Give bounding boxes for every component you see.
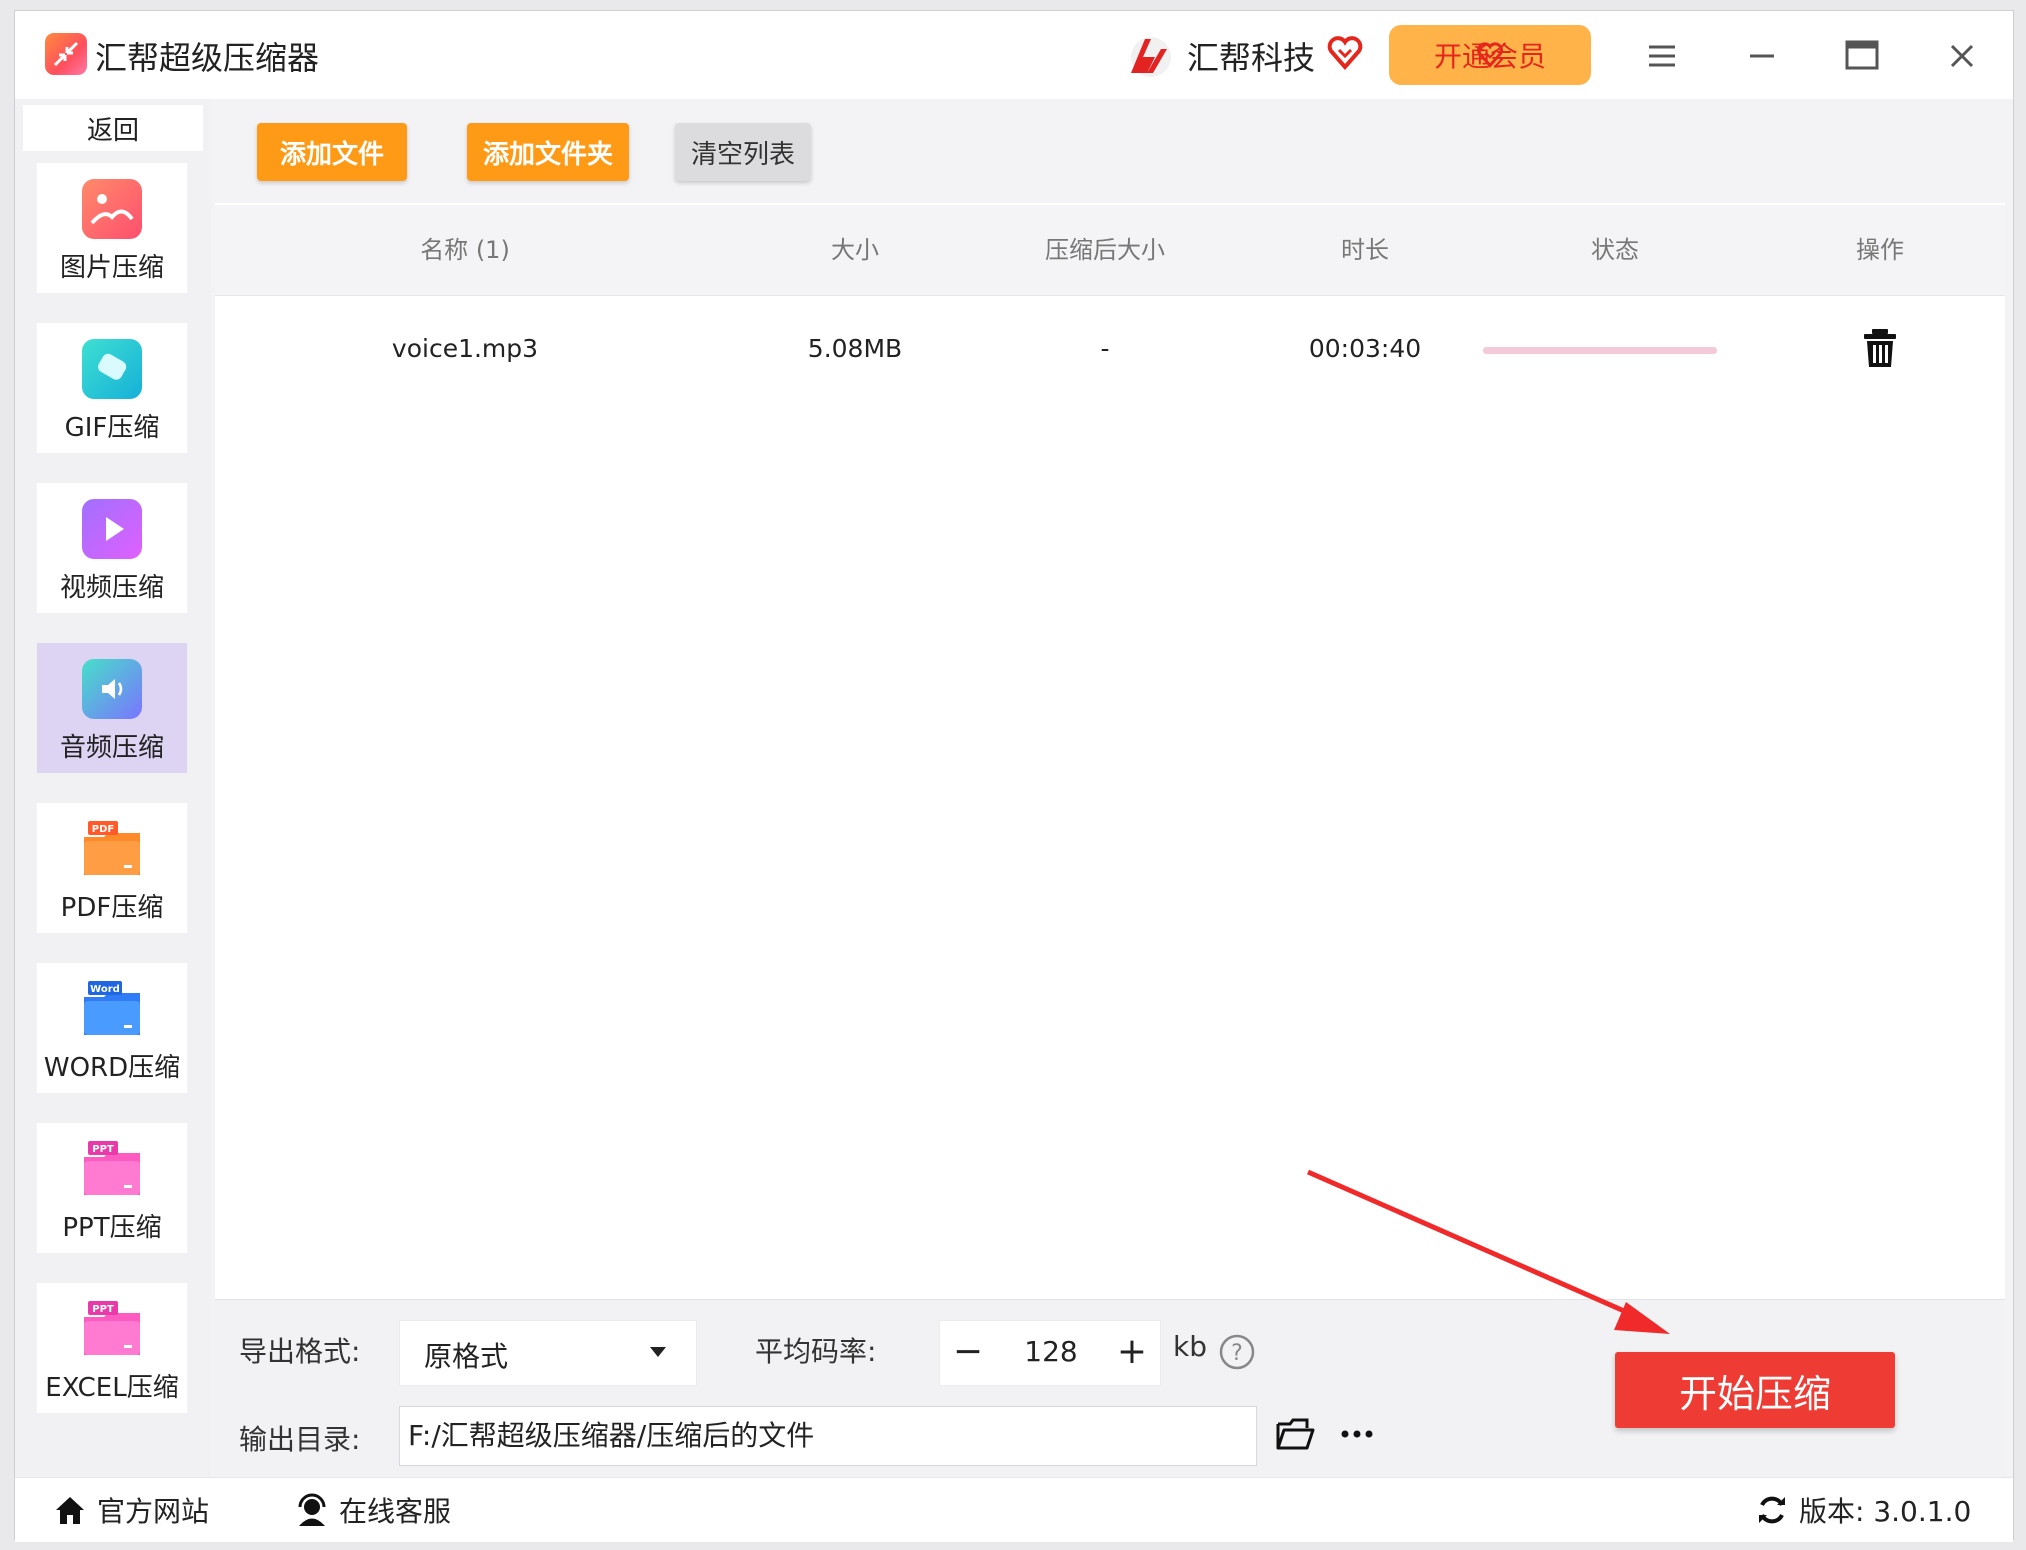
column-header-size: 大小	[831, 236, 879, 264]
app-title: 汇帮超级压缩器	[95, 39, 320, 77]
excel-badge: PPT	[92, 1304, 114, 1315]
format-value: 原格式	[424, 1340, 509, 1373]
official-website-link[interactable]: 官方网站	[53, 1490, 209, 1530]
main-content: 添加文件 添加文件夹 清空列表 名称 (1) 大小 压缩后大小 时长 状态 操作…	[215, 99, 2005, 1478]
pdf-folder-icon: PDF	[82, 819, 142, 879]
sidebar-item-image[interactable]: 图片压缩	[37, 163, 187, 293]
table-row[interactable]: voice1.mp3 5.08MB - 00:03:40	[215, 297, 2005, 401]
status-footer: 官方网站 在线客服 版本: 3.0.1.0	[15, 1477, 2013, 1542]
word-folder-icon: Word	[82, 979, 142, 1039]
increment-button[interactable]: +	[1110, 1329, 1154, 1377]
support-label: 在线客服	[339, 1495, 452, 1528]
word-badge: Word	[90, 984, 120, 995]
file-name: voice1.mp3	[391, 334, 539, 363]
pdf-badge: PDF	[92, 824, 114, 835]
sidebar-item-excel[interactable]: PPT EXCEL压缩	[37, 1283, 187, 1413]
status-progress-bar	[1483, 347, 1717, 354]
back-button[interactable]: 返回	[23, 105, 203, 151]
version-label: 版本: 3.0.1.0	[1799, 1495, 1972, 1528]
close-icon[interactable]	[1939, 33, 1985, 79]
column-header-duration: 时长	[1341, 236, 1389, 264]
sidebar-item-gif[interactable]: GIF压缩	[37, 323, 187, 453]
sidebar-item-label: GIF压缩	[64, 413, 160, 443]
settings-panel: 导出格式: 原格式 平均码率: − 128 + kb ? 输出目录: F:/汇帮…	[215, 1299, 2005, 1478]
sidebar-item-label: 音频压缩	[59, 733, 164, 763]
online-support-link[interactable]: 在线客服	[295, 1490, 451, 1530]
format-select[interactable]: 原格式	[399, 1320, 697, 1386]
column-header-compressed-size: 压缩后大小	[1045, 236, 1165, 264]
bitrate-value[interactable]: 128	[1000, 1335, 1102, 1368]
video-play-icon	[82, 499, 142, 559]
ppt-badge: PPT	[92, 1144, 114, 1155]
chevron-down-icon	[650, 1347, 666, 1357]
home-icon	[56, 1497, 84, 1524]
svg-text:?: ?	[1231, 1341, 1243, 1366]
brand-name: 汇帮科技	[1187, 39, 1316, 77]
add-folder-button[interactable]: 添加文件夹	[467, 123, 629, 181]
open-folder-icon[interactable]	[1275, 1416, 1315, 1452]
column-header-name: 名称 (1)	[420, 236, 510, 264]
decrement-button[interactable]: −	[946, 1329, 990, 1377]
sidebar-item-word[interactable]: Word WORD压缩	[37, 963, 187, 1093]
minimize-icon[interactable]	[1739, 33, 1785, 79]
column-header-status: 状态	[1591, 236, 1639, 264]
version-info[interactable]: 版本: 3.0.1.0	[1755, 1490, 1971, 1530]
file-size: 5.08MB	[807, 334, 903, 363]
menu-icon[interactable]	[1639, 33, 1685, 79]
audio-icon	[82, 659, 142, 719]
help-icon[interactable]: ?	[1219, 1334, 1255, 1370]
compressed-size: -	[1100, 334, 1110, 363]
vip-heart-icon	[1327, 36, 1363, 71]
output-label: 输出目录:	[239, 1423, 361, 1456]
excel-folder-icon: PPT	[82, 1299, 142, 1359]
delete-trash-icon[interactable]	[1860, 327, 1900, 369]
sidebar-item-label: EXCEL压缩	[45, 1373, 179, 1403]
ppt-folder-icon: PPT	[82, 1139, 142, 1199]
sidebar-item-ppt[interactable]: PPT PPT压缩	[37, 1123, 187, 1253]
refresh-icon	[1759, 1496, 1785, 1524]
bitrate-label: 平均码率:	[755, 1335, 877, 1368]
sidebar-item-label: PPT压缩	[62, 1213, 162, 1243]
add-file-button[interactable]: 添加文件	[257, 123, 407, 181]
app-window: 汇帮超级压缩器 汇帮科技 开通会员 返回 图片压缩 GIF压缩 视频压缩 音频压…	[14, 10, 2014, 1542]
clear-list-button[interactable]: 清空列表	[675, 123, 811, 181]
bitrate-unit: kb	[1173, 1330, 1207, 1363]
app-logo-icon	[45, 33, 87, 75]
output-path-field[interactable]: F:/汇帮超级压缩器/压缩后的文件	[399, 1406, 1257, 1466]
vip-button[interactable]: 开通会员	[1389, 25, 1591, 85]
brand-logo-icon	[1131, 37, 1171, 77]
file-duration: 00:03:40	[1308, 334, 1422, 363]
sidebar-item-pdf[interactable]: PDF PDF压缩	[37, 803, 187, 933]
sidebar: 返回 图片压缩 GIF压缩 视频压缩 音频压缩 PDF PDF压缩 Word W…	[15, 99, 211, 1477]
table-header: 名称 (1) 大小 压缩后大小 时长 状态 操作	[215, 205, 2005, 296]
sidebar-item-label: PDF压缩	[60, 893, 164, 923]
gif-icon	[82, 339, 142, 399]
bitrate-stepper: − 128 +	[939, 1320, 1161, 1386]
vip-label: 开通会员	[1433, 40, 1546, 73]
more-options-icon[interactable]	[1337, 1416, 1377, 1452]
sidebar-item-label: WORD压缩	[43, 1053, 181, 1083]
sidebar-item-label: 视频压缩	[59, 573, 164, 603]
maximize-icon[interactable]	[1839, 33, 1885, 79]
start-compress-button[interactable]: 开始压缩	[1615, 1352, 1895, 1428]
website-label: 官方网站	[97, 1495, 210, 1528]
sidebar-item-label: 图片压缩	[59, 253, 164, 283]
image-icon	[82, 179, 142, 239]
toolbar: 添加文件 添加文件夹 清空列表	[215, 99, 2005, 203]
column-header-actions: 操作	[1856, 236, 1904, 264]
title-bar: 汇帮超级压缩器 汇帮科技 开通会员	[15, 11, 2013, 99]
format-label: 导出格式:	[239, 1335, 361, 1368]
sidebar-item-audio[interactable]: 音频压缩	[37, 643, 187, 773]
sidebar-item-video[interactable]: 视频压缩	[37, 483, 187, 613]
headset-support-icon	[298, 1493, 326, 1526]
